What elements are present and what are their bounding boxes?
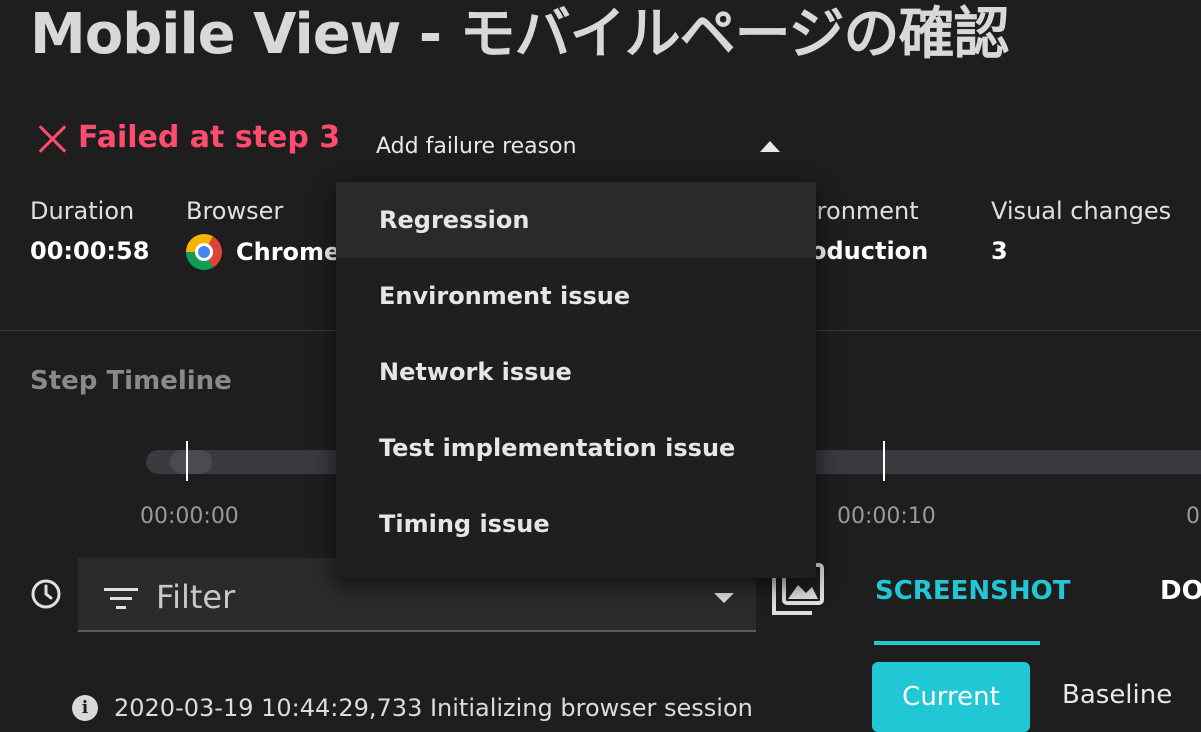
visual-changes-label: Visual changes <box>991 197 1172 225</box>
browser-value: Chrome <box>236 238 341 266</box>
filter-label: Filter <box>156 578 236 616</box>
status-failed: Failed at step 3 <box>38 120 340 155</box>
timeline-track-right[interactable] <box>808 450 1201 474</box>
chevron-up-icon <box>760 140 780 152</box>
timeline-tick-label: 00:00:00 <box>140 504 239 529</box>
menu-item-timing-issue[interactable]: Timing issue <box>336 486 816 562</box>
environment-label: ironment <box>810 197 919 225</box>
failure-reason-select[interactable]: Add failure reason <box>376 126 780 166</box>
duration-value: 00:00:58 <box>30 237 150 265</box>
filter-icon <box>104 588 138 615</box>
close-icon <box>38 123 68 153</box>
page-title: Mobile View - モバイルページの確認 <box>30 2 1010 67</box>
failure-reason-label: Add failure reason <box>376 133 577 159</box>
environment-value: oduction <box>810 237 929 265</box>
timeline-progress <box>170 450 212 474</box>
timeline-tick-label: 0 <box>1186 504 1200 529</box>
timeline-tick <box>883 441 885 481</box>
menu-item-regression[interactable]: Regression <box>336 182 816 258</box>
browser-value-group: Chrome <box>186 234 340 270</box>
tab-screenshot[interactable]: SCREENSHOT <box>875 576 1070 606</box>
duration-label: Duration <box>30 197 135 225</box>
current-button[interactable]: Current <box>872 662 1030 732</box>
visual-changes-value: 3 <box>991 237 1008 265</box>
active-tab-indicator <box>874 641 1040 645</box>
chevron-down-icon <box>714 593 734 603</box>
menu-item-test-implementation-issue[interactable]: Test implementation issue <box>336 410 816 486</box>
failure-reason-menu: Regression Environment issue Network iss… <box>336 182 816 578</box>
menu-item-network-issue[interactable]: Network issue <box>336 334 816 410</box>
timeline-title: Step Timeline <box>30 366 232 396</box>
browser-label: Browser <box>186 197 284 225</box>
clock-icon[interactable] <box>30 578 62 610</box>
menu-item-environment-issue[interactable]: Environment issue <box>336 258 816 334</box>
status-text: Failed at step 3 <box>78 120 341 155</box>
info-icon: i <box>72 695 98 721</box>
timeline-tick <box>186 441 188 481</box>
log-entry: i 2020-03-19 10:44:29,733 Initializing b… <box>72 694 753 722</box>
baseline-button[interactable]: Baseline <box>1062 680 1172 710</box>
log-text: 2020-03-19 10:44:29,733 Initializing bro… <box>114 694 753 722</box>
timeline-tick-label: 00:00:10 <box>837 504 936 529</box>
tab-dom[interactable]: DO <box>1160 576 1201 606</box>
chrome-icon <box>186 234 222 270</box>
